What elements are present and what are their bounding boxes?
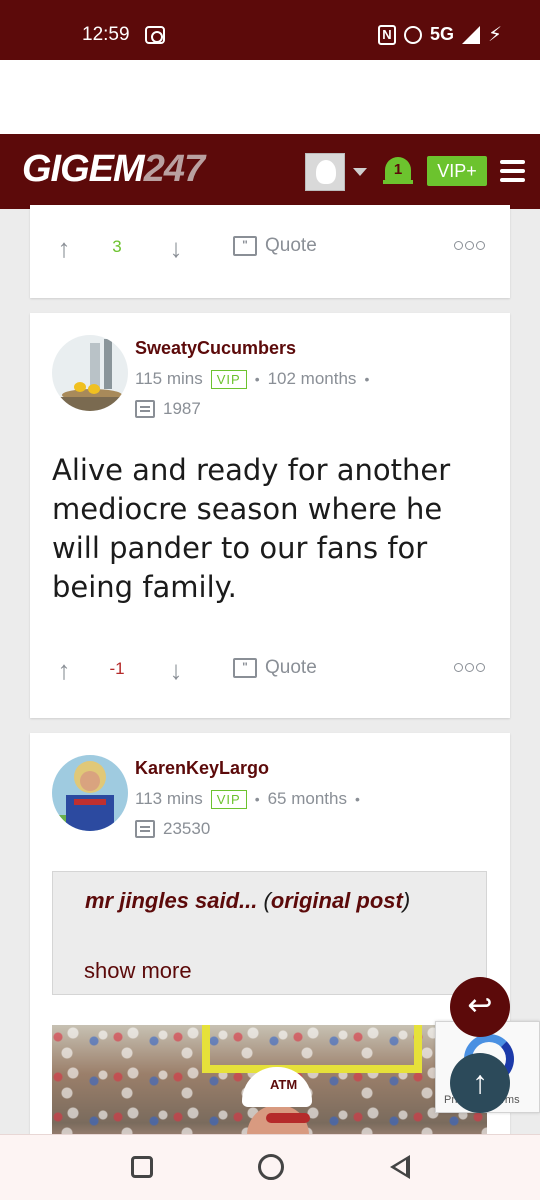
vote-count: 3 <box>112 237 122 256</box>
charging-icon: ⚡ <box>487 24 502 46</box>
scroll-to-top-button[interactable]: ↑ <box>450 1053 510 1113</box>
more-options-icon[interactable] <box>454 241 485 250</box>
username[interactable]: KarenKeyLargo <box>135 758 269 779</box>
arrow-up-icon: ↑ <box>472 1064 488 1100</box>
quote-button[interactable]: " Quote <box>233 657 317 679</box>
reply-button[interactable]: ↩ <box>450 977 510 1037</box>
quote-icon: " <box>233 658 257 678</box>
chevron-down-icon[interactable] <box>353 168 367 176</box>
user-avatar[interactable] <box>52 755 128 831</box>
status-icons: N 5G ⚡ <box>377 22 502 47</box>
hamburger-menu-icon[interactable] <box>500 160 525 182</box>
post-actions: ↑ -1 ↓ " Quote <box>30 657 510 697</box>
nfc-icon: N <box>377 24 396 45</box>
post-count: 1987 <box>135 399 201 419</box>
post-card: ↑ 3 ↓ " Quote <box>30 205 510 298</box>
more-options-icon[interactable] <box>454 663 485 672</box>
status-time: 12:59 <box>82 24 130 45</box>
user-avatar[interactable] <box>52 335 128 411</box>
original-post-link[interactable]: original post <box>271 888 403 913</box>
vip-badge: VIP <box>210 369 247 389</box>
network-type: 5G <box>429 24 454 44</box>
comment-icon <box>135 820 155 838</box>
back-icon[interactable] <box>390 1155 410 1179</box>
comment-icon <box>135 400 155 418</box>
screen-record-icon <box>145 26 165 44</box>
notification-bell-icon[interactable]: 1 <box>383 153 413 189</box>
post-time: 113 mins <box>135 789 203 808</box>
post-body: Alive and ready for another mediocre sea… <box>52 453 451 604</box>
vip-button[interactable]: VIP+ <box>427 156 487 186</box>
status-bar: 12:59 N 5G ⚡ <box>0 0 540 60</box>
quoted-post: mr jingles said... (original post) show … <box>52 871 487 995</box>
vip-badge: VIP <box>210 789 247 809</box>
downvote-icon[interactable]: ↓ <box>166 657 186 683</box>
quote-button[interactable]: " Quote <box>233 235 317 257</box>
site-logo[interactable]: GIGEM247 <box>22 148 205 191</box>
signal-icon <box>461 25 480 44</box>
show-more-link[interactable]: show more <box>84 958 192 984</box>
upvote-icon[interactable]: ↑ <box>54 657 74 683</box>
quote-icon: " <box>233 236 257 256</box>
notification-count: 1 <box>393 161 403 178</box>
vote-count: -1 <box>109 659 125 678</box>
downvote-icon[interactable]: ↓ <box>166 235 186 261</box>
post-meta: 113 mins VIP • 65 months • <box>135 789 360 809</box>
post-count: 23530 <box>135 819 210 839</box>
reply-icon: ↩ <box>467 989 493 1022</box>
member-duration: 65 months <box>267 789 347 808</box>
quote-title: mr jingles said... (original post) <box>85 888 411 913</box>
quote-author[interactable]: mr jingles said... <box>85 888 257 913</box>
team-logo-icon: ATM <box>270 1077 298 1092</box>
post-card: SweatyCucumbers 115 mins VIP • 102 month… <box>30 313 510 718</box>
member-duration: 102 months <box>267 369 357 388</box>
post-meta: 115 mins VIP • 102 months • <box>135 369 370 389</box>
ad-space <box>0 60 540 134</box>
post-time: 115 mins <box>135 369 203 388</box>
alarm-icon <box>403 25 422 44</box>
user-avatar[interactable] <box>305 153 345 191</box>
username[interactable]: SweatyCucumbers <box>135 338 296 359</box>
recent-apps-icon[interactable] <box>131 1156 153 1178</box>
home-icon[interactable] <box>258 1154 284 1180</box>
upvote-icon[interactable]: ↑ <box>54 235 74 261</box>
post-actions: ↑ 3 ↓ " Quote <box>30 235 510 275</box>
